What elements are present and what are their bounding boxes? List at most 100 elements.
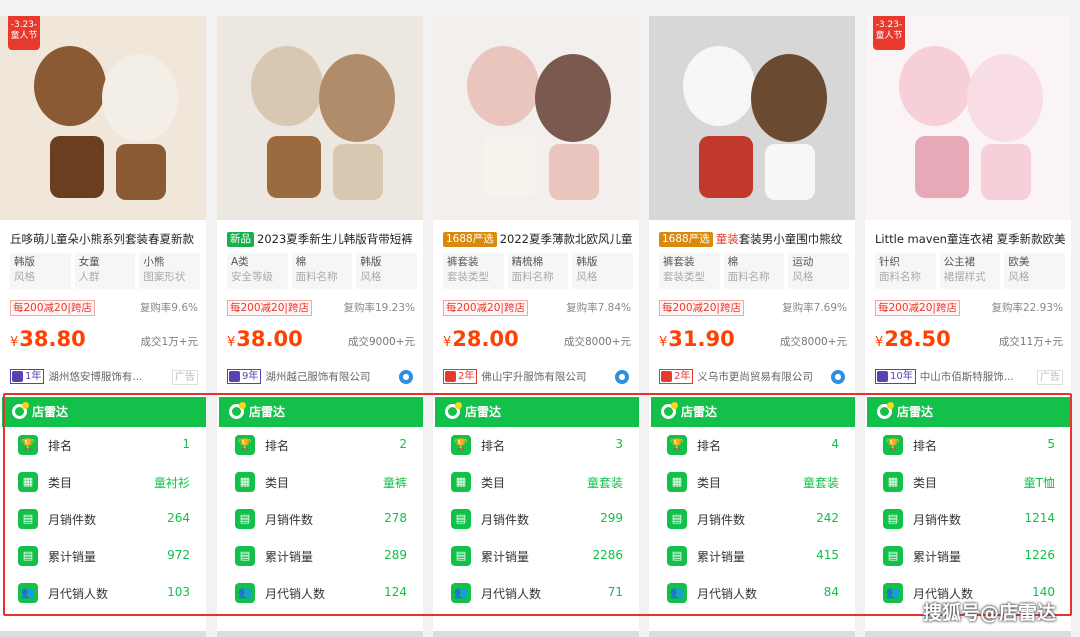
shop-row[interactable]: 9年 湖州越己服饰有限公司 ● xyxy=(227,369,419,387)
promo-badge: -3.23- 童人节 xyxy=(873,16,905,50)
repurchase-rate: 复购率7.84% xyxy=(566,302,631,314)
product-image[interactable] xyxy=(217,16,423,220)
price: ¥28.00 xyxy=(443,327,519,351)
attribute-list: 裤套装 套装类型 棉 面料名称 运动 风格 xyxy=(659,253,850,289)
attribute-list: 韩版 风格 女童 人群 小熊 图案形状 xyxy=(10,253,201,289)
price: ¥38.00 xyxy=(227,327,303,351)
attribute: 欧美 风格 xyxy=(1004,253,1066,289)
attribute-key: 面料名称 xyxy=(511,271,554,283)
attribute-key: 风格 xyxy=(576,271,598,283)
chat-icon[interactable]: ● xyxy=(399,370,413,384)
chat-icon[interactable]: ● xyxy=(831,370,845,384)
product-title[interactable]: 1688严选 2022夏季薄款北欧风儿童 xyxy=(443,231,633,249)
price-value: 38.80 xyxy=(19,327,86,351)
attribute-value: 公主裙 xyxy=(943,256,976,268)
shop-name[interactable]: 湖州越己服饰有限公司 xyxy=(265,369,370,384)
repurchase-rate: 复购率7.69% xyxy=(782,302,847,314)
repurchase-rate: 复购率19.23% xyxy=(343,302,415,314)
attribute-key: 风格 xyxy=(360,271,382,283)
highlight-frame xyxy=(3,393,1072,616)
attribute-key: 安全等级 xyxy=(231,271,273,283)
price-value: 28.00 xyxy=(452,327,519,351)
shop-name[interactable]: 义乌市更尚贸易有限公司 xyxy=(697,369,813,384)
coupon-badge[interactable]: 每200减20|跨店 xyxy=(227,300,312,316)
product-title-text: 2023夏季新生儿韩版背带短裤 xyxy=(257,232,413,246)
attribute-key: 面料名称 xyxy=(879,271,921,283)
shop-name[interactable]: 佛山宇升服饰有限公司 xyxy=(481,369,586,384)
currency-symbol: ¥ xyxy=(443,335,452,350)
attribute-key: 裙摆样式 xyxy=(943,271,986,283)
shop-name[interactable]: 中山市佰斯特服饰... xyxy=(920,369,1014,384)
membership-years-badge: 2年 xyxy=(659,369,694,384)
coupon-badge[interactable]: 每200减20|跨店 xyxy=(10,300,95,316)
attribute: 裤套装 套装类型 xyxy=(443,253,504,289)
shop-row[interactable]: 10年 中山市佰斯特服饰... 广告 xyxy=(875,369,1067,387)
next-row-card-edge xyxy=(649,631,855,637)
attribute-value: 裤套装 xyxy=(447,256,479,268)
product-title[interactable]: 丘哆萌儿童朵小熊系列套装春夏新款 xyxy=(10,231,200,249)
product-title[interactable]: 新品 2023夏季新生儿韩版背带短裤 xyxy=(227,231,417,249)
shop-row[interactable]: 1年 湖州悠安博服饰有... 广告 xyxy=(10,369,202,387)
attribute: 小熊 图案形状 xyxy=(139,253,201,289)
chat-icon[interactable]: ● xyxy=(615,370,629,384)
attribute-value: 棉 xyxy=(727,256,739,268)
price-value: 31.90 xyxy=(668,327,735,351)
attribute: 精梳棉 面料名称 xyxy=(507,253,569,289)
next-row-card-edge xyxy=(217,631,423,637)
attribute: 女童 人群 xyxy=(74,253,136,289)
promo-row: 每200减20|跨店 复购率9.6% xyxy=(10,300,198,316)
attribute-key: 面料名称 xyxy=(727,271,770,283)
product-title-text: 2022夏季薄款北欧风儿童 xyxy=(499,232,633,246)
price: ¥28.50 xyxy=(875,327,951,351)
product-title[interactable]: Little maven童连衣裙 夏季新款欧美 xyxy=(875,231,1065,249)
promo-row: 每200减20|跨店 复购率7.69% xyxy=(659,300,847,316)
price-value: 38.00 xyxy=(236,327,303,351)
price: ¥38.80 xyxy=(10,327,86,351)
currency-symbol: ¥ xyxy=(659,335,668,350)
attribute-value: 精梳棉 xyxy=(511,256,544,268)
deal-volume: 成交9000+元 xyxy=(347,336,415,348)
coupon-badge[interactable]: 每200减20|跨店 xyxy=(875,300,960,316)
attribute-key: 套装类型 xyxy=(447,271,489,283)
next-row-card-edge xyxy=(0,631,206,637)
ad-label: 广告 xyxy=(1037,370,1063,385)
shop-name[interactable]: 湖州悠安博服饰有... xyxy=(48,369,142,384)
shop-row[interactable]: 2年 佛山宇升服饰有限公司 ● xyxy=(443,369,635,387)
membership-years-badge: 1年 xyxy=(10,369,45,384)
product-image[interactable] xyxy=(433,16,639,220)
attribute-value: 裤套装 xyxy=(663,256,695,268)
repurchase-rate: 复购率22.93% xyxy=(991,302,1063,314)
promo-row: 每200减20|跨店 复购率7.84% xyxy=(443,300,631,316)
attribute-value: 韩版 xyxy=(14,256,35,268)
attribute-key: 风格 xyxy=(792,271,814,283)
shop-row[interactable]: 2年 义乌市更尚贸易有限公司 ● xyxy=(659,369,851,387)
attribute-value: 韩版 xyxy=(576,256,598,268)
attribute-list: 针织 面料名称 公主裙 裙摆样式 欧美 风格 xyxy=(875,253,1066,289)
deal-volume: 成交8000+元 xyxy=(563,336,631,348)
attribute-value: 棉 xyxy=(295,256,307,268)
attribute: 针织 面料名称 xyxy=(875,253,936,289)
title-tag: 1688严选 xyxy=(443,232,497,247)
promo-badge: -3.23- 童人节 xyxy=(8,16,40,50)
attribute: 棉 面料名称 xyxy=(291,253,353,289)
product-image[interactable] xyxy=(649,16,855,220)
promo-row: 每200减20|跨店 复购率19.23% xyxy=(227,300,415,316)
attribute: 韩版 风格 xyxy=(356,253,418,289)
coupon-badge[interactable]: 每200减20|跨店 xyxy=(443,300,528,316)
price: ¥31.90 xyxy=(659,327,735,351)
attribute-key: 风格 xyxy=(1008,271,1030,283)
attribute-list: A类 安全等级 棉 面料名称 韩版 风格 xyxy=(227,253,418,289)
deal-volume: 成交1万+元 xyxy=(140,336,198,348)
attribute-value: 韩版 xyxy=(360,256,382,268)
next-row-card-edge xyxy=(865,631,1071,637)
membership-years-badge: 9年 xyxy=(227,369,262,384)
attribute: 运动 风格 xyxy=(788,253,850,289)
currency-symbol: ¥ xyxy=(875,335,884,350)
title-prefix: 童装 xyxy=(715,232,739,246)
coupon-badge[interactable]: 每200减20|跨店 xyxy=(659,300,744,316)
title-tag: 1688严选 xyxy=(659,232,713,247)
attribute-key: 图案形状 xyxy=(143,271,186,283)
ad-label: 广告 xyxy=(172,370,198,385)
attribute-value: 欧美 xyxy=(1008,256,1030,268)
product-title[interactable]: 1688严选 童装套装男小童围巾熊纹 xyxy=(659,231,849,249)
